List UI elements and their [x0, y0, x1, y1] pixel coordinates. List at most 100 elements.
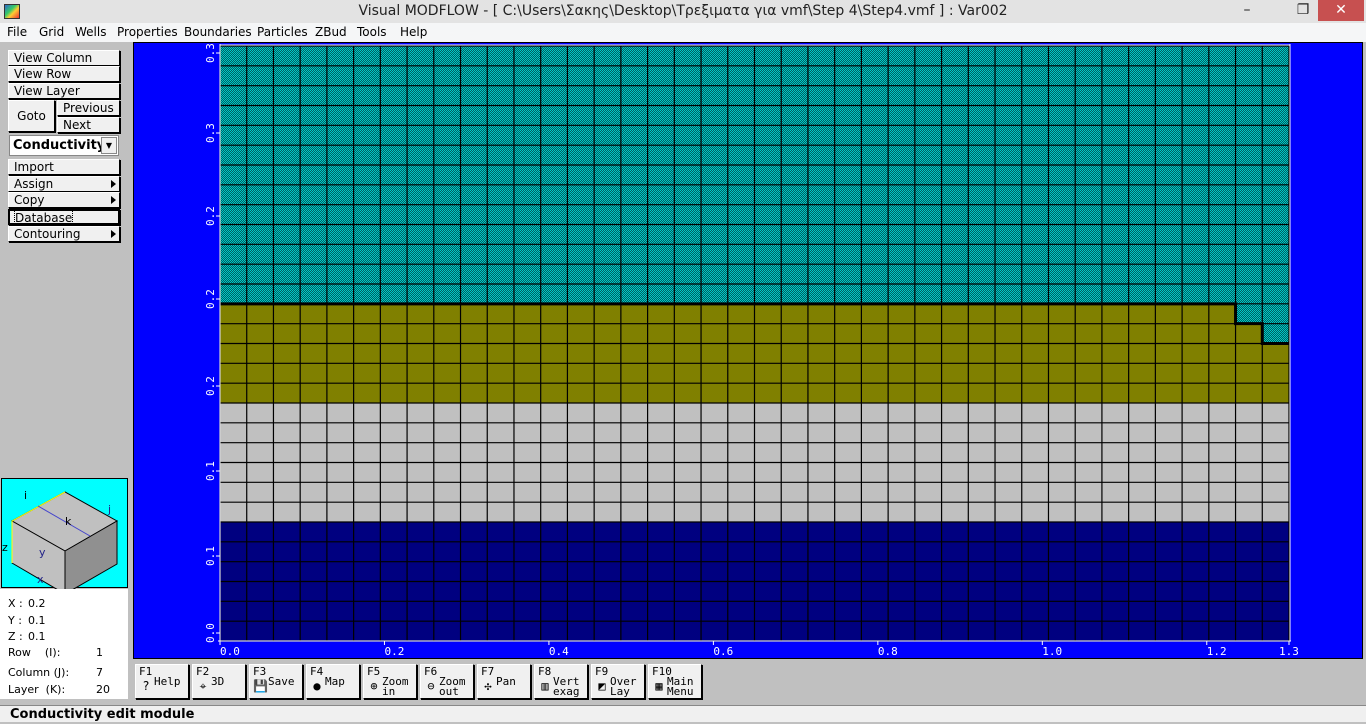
cube-label-i: i [24, 489, 27, 502]
cube-icon: i j k y x z [2, 489, 119, 595]
row-value: 1 [96, 646, 103, 659]
fkey-f10-button[interactable]: F10 ▦ Main Menu [648, 664, 702, 699]
next-button[interactable]: Next [57, 117, 120, 133]
coordinate-readout: X : 0.2 Y : 0.1 Z : 0.1 Row (I): 1 Column (J… [0, 589, 128, 699]
fkey-number: F7 [481, 665, 495, 678]
save-icon: 💾 [253, 679, 268, 693]
menu-tools[interactable]: Tools [357, 25, 387, 39]
menu-file[interactable]: File [7, 25, 27, 39]
database-button[interactable]: Database [8, 209, 120, 226]
cube-label-y: y [39, 546, 46, 559]
menu-zbud[interactable]: ZBud [315, 25, 347, 39]
y-tick-label: 0.3 [204, 43, 217, 63]
y-tick-label: 0.2 [204, 289, 217, 309]
fkey-f3-button[interactable]: F3 💾 Save [249, 664, 303, 699]
y-tick-label: 0.2 [204, 376, 217, 396]
fkey-number: F5 [367, 665, 381, 678]
fkey-label: Pan [496, 675, 516, 688]
layer-label: Layer (K): [8, 683, 66, 696]
menu-wells[interactable]: Wells [75, 25, 106, 39]
contouring-button[interactable]: Contouring [8, 226, 120, 242]
fkey-label: Zoom in [382, 675, 409, 698]
y-tick-label: 0.2 [204, 206, 217, 226]
fkey-f2-button[interactable]: F2 ⌖ 3D [192, 664, 246, 699]
zone-1-step [1262, 323, 1289, 344]
help-icon: ? [142, 679, 150, 693]
fkey-f7-button[interactable]: F7 ✣ Pan [477, 664, 531, 699]
cube-label-k: k [65, 515, 72, 528]
y-tick-label: 0.1 [204, 546, 217, 566]
property-select[interactable]: Conductivity ▼ [9, 135, 119, 156]
previous-button[interactable]: Previous [57, 100, 120, 116]
property-select-value: Conductivity [13, 138, 106, 153]
vert-exag-icon: ▥ [541, 679, 549, 693]
window-title: Visual MODFLOW - [ C:\Users\Σακης\Deskto… [358, 3, 1008, 19]
model-grid[interactable]: 0.3 0.3 0.2 0.2 0.2 0.1 0.1 0.00.0 0.2 0.4 0.6 0.8 1… [134, 43, 1364, 660]
submenu-arrow-icon [111, 230, 116, 238]
menu-grid[interactable]: Grid [39, 25, 64, 39]
y-tick-label: 0.1 [204, 461, 217, 481]
menu-particles[interactable]: Particles [257, 25, 308, 39]
column-value: 7 [96, 666, 103, 679]
column-label: Column (J): [8, 666, 70, 679]
fkey-f9-button[interactable]: F9 ◩ Over Lay [591, 664, 645, 699]
fkey-f6-button[interactable]: F6 ⊖ Zoom out [420, 664, 474, 699]
chevron-down-icon[interactable]: ▼ [101, 137, 117, 154]
submenu-arrow-icon [111, 180, 116, 188]
fkey-number: F1 [139, 665, 153, 678]
contouring-label: Contouring [14, 227, 81, 241]
fkey-label: Save [268, 675, 295, 688]
view-column-button[interactable]: View Column [8, 50, 120, 66]
submenu-arrow-icon [111, 196, 116, 204]
app-icon [4, 4, 20, 19]
x-tick-label: 1.3 [1279, 645, 1299, 658]
overlay-icon: ◩ [598, 679, 606, 693]
menu-help[interactable]: Help [400, 25, 427, 39]
fkey-number: F9 [595, 665, 609, 678]
x-tick-label: 0.6 [713, 645, 733, 658]
z-value: 0.1 [28, 630, 46, 643]
row-label: Row (I): [8, 646, 61, 659]
fkey-label: Main Menu [667, 675, 694, 698]
model-view[interactable]: 0.3 0.3 0.2 0.2 0.2 0.1 0.1 0.0 0.0 0.2 0.4 0.6 0.8 1… [133, 42, 1363, 659]
assign-label: Assign [14, 177, 54, 191]
menu-boundaries[interactable]: Boundaries [184, 25, 252, 39]
y-tick-label: 0.0 [204, 623, 217, 643]
x-tick-label: 0.2 [384, 645, 404, 658]
goto-button[interactable]: Goto [8, 100, 55, 132]
menu-properties[interactable]: Properties [117, 25, 178, 39]
fkey-number: F4 [310, 665, 324, 678]
fkey-label: Over Lay [610, 675, 637, 698]
globe-icon: ● [313, 679, 321, 693]
x-tick-label: 0.8 [878, 645, 898, 658]
import-button[interactable]: Import [8, 159, 120, 175]
menu-bar: File Grid Wells Properties Boundaries Pa… [0, 23, 1366, 42]
cube-label-z: z [2, 541, 8, 554]
pan-icon: ✣ [484, 679, 492, 693]
3d-icon: ⌖ [199, 679, 207, 693]
database-label: Database [13, 210, 74, 226]
fkey-number: F3 [253, 665, 267, 678]
y-value: 0.1 [28, 614, 46, 627]
z-label: Z : [8, 630, 23, 643]
fkey-f4-button[interactable]: F4 ● Map [306, 664, 360, 699]
view-row-button[interactable]: View Row [8, 66, 120, 82]
copy-button[interactable]: Copy [8, 192, 120, 208]
orientation-cube: i j k y x z [1, 478, 128, 595]
fkey-f5-button[interactable]: F5 ⊕ Zoom in [363, 664, 417, 699]
title-bar: Visual MODFLOW - [ C:\Users\Σακης\Deskto… [0, 0, 1366, 23]
x-tick-label: 0.0 [220, 645, 240, 658]
x-value: 0.2 [28, 597, 46, 610]
minimize-button[interactable]: – [1224, 0, 1270, 21]
zoom-out-icon: ⊖ [427, 679, 435, 693]
view-layer-button[interactable]: View Layer [8, 83, 120, 99]
x-label: X : [8, 597, 23, 610]
cube-label-j: j [107, 503, 111, 516]
fkey-label: Vert exag [553, 675, 580, 698]
fkey-f1-button[interactable]: F1? Help [135, 664, 189, 699]
fkey-label: 3D [211, 675, 225, 688]
fkey-f8-button[interactable]: F8 ▥ Vert exag [534, 664, 588, 699]
close-button[interactable]: ✕ [1318, 0, 1364, 21]
assign-button[interactable]: Assign [8, 176, 120, 192]
main-menu-icon: ▦ [655, 679, 663, 693]
